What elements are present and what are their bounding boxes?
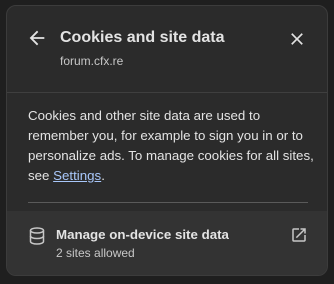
description-trailing: . bbox=[101, 168, 105, 183]
cookies-popup: Cookies and site data forum.cfx.re Cooki… bbox=[6, 5, 328, 276]
manage-site-data-row[interactable]: Manage on-device site data 2 sites allow… bbox=[7, 211, 327, 275]
database-icon bbox=[29, 227, 45, 245]
back-arrow-icon[interactable] bbox=[26, 27, 48, 49]
site-domain: forum.cfx.re bbox=[60, 54, 124, 68]
popup-header: Cookies and site data forum.cfx.re bbox=[7, 6, 327, 86]
cookies-description: Cookies and other site data are used to … bbox=[28, 106, 314, 186]
section-divider bbox=[28, 202, 308, 203]
manage-site-data-label: Manage on-device site data bbox=[56, 227, 229, 242]
open-external-icon[interactable] bbox=[290, 226, 308, 244]
page-title: Cookies and site data bbox=[60, 29, 225, 46]
sites-allowed-count: 2 sites allowed bbox=[56, 246, 135, 260]
header-divider bbox=[7, 92, 327, 93]
settings-link[interactable]: Settings bbox=[53, 168, 101, 183]
close-icon[interactable] bbox=[287, 29, 307, 49]
